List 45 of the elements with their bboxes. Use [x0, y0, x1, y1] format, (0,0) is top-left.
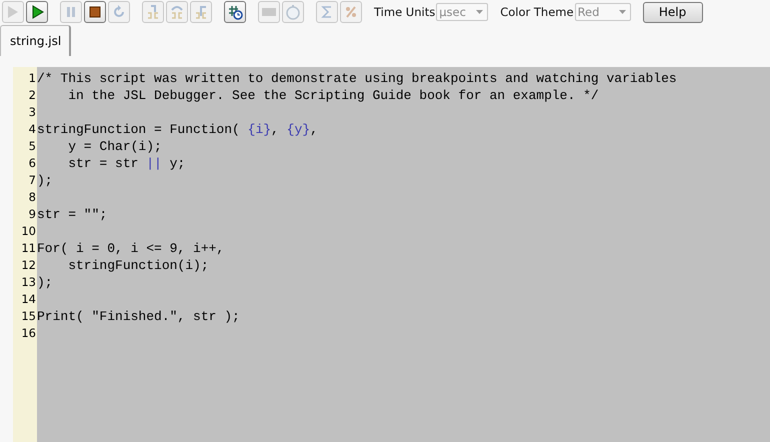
field-label: Time Units — [374, 5, 436, 19]
toolbar-button[interactable] — [84, 1, 106, 23]
code-line: str = str || y; — [67, 155, 186, 172]
code-line: stringFunction(i); — [67, 257, 210, 274]
line-number: 7 — [28, 172, 37, 189]
code-editor[interactable] — [37, 67, 770, 442]
toolbar-button[interactable] — [26, 1, 48, 23]
step-icon — [169, 4, 185, 20]
line-number: 3 — [28, 104, 37, 121]
code-line: ); — [37, 274, 54, 291]
percent-icon — [343, 4, 359, 20]
code-line: str = ""; — [37, 206, 108, 223]
help-button[interactable]: Help — [642, 2, 703, 22]
line-number: 13 — [21, 274, 37, 291]
line-number: 6 — [28, 155, 37, 172]
line-number: 16 — [21, 325, 37, 342]
code-line: stringFunction = Function( {i}, {y}, — [37, 121, 319, 138]
restart-icon — [111, 4, 127, 20]
line-number: 11 — [21, 240, 37, 257]
step-icon — [193, 4, 209, 20]
code-line: y = Char(i); — [67, 138, 163, 155]
code-line: Print( "Finished.", str ); — [37, 308, 241, 325]
dropdown-caret-icon — [618, 10, 626, 14]
line-number: 10 — [21, 223, 37, 240]
line-number: 2 — [28, 87, 37, 104]
step-icon — [145, 4, 161, 20]
line-number: 1 — [28, 70, 37, 87]
code-line: ); — [37, 172, 54, 189]
stop-icon — [87, 4, 103, 20]
line-number: 14 — [21, 291, 37, 308]
line-number: 5 — [28, 138, 37, 155]
line-number: 8 — [28, 189, 37, 206]
clock-icon — [227, 4, 243, 20]
toolbar-button[interactable] — [224, 1, 246, 23]
line-number: 9 — [28, 206, 37, 223]
code-line: /* This script was written to demonstrate using breakpoints and watching variables — [37, 70, 678, 87]
code-line: For( i = 0, i <= 9, i++, — [37, 240, 226, 257]
file-tab[interactable]: string.jsl — [0, 25, 72, 56]
stopwatch-icon — [285, 4, 301, 20]
field-label: Color Theme — [500, 5, 574, 19]
line-number: 15 — [21, 308, 37, 325]
line-number: 4 — [28, 121, 37, 138]
code-line: in the JSL Debugger. See the Scripting Guide book for an example. */ — [67, 87, 600, 104]
dropdown-caret-icon — [476, 10, 484, 14]
line-number: 12 — [21, 257, 37, 274]
